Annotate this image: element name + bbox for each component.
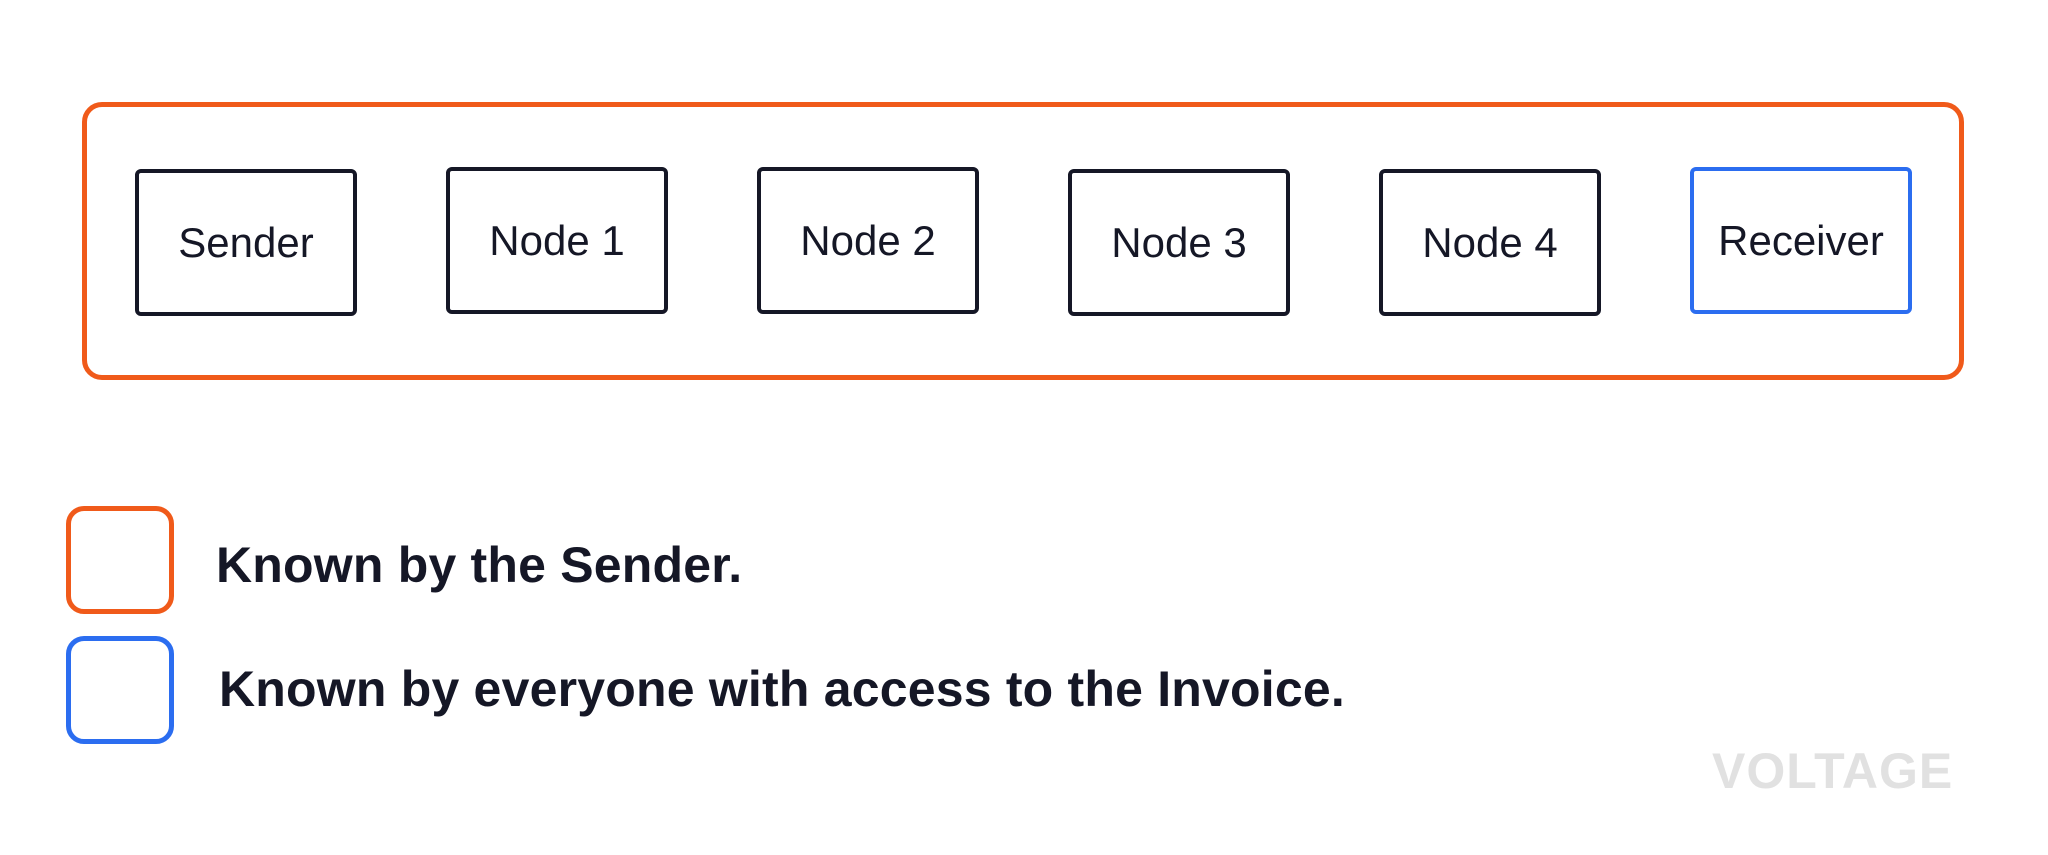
node-sender-label: Sender [178, 218, 314, 266]
node-receiver: Receiver [1690, 167, 1912, 314]
node-2: Node 2 [757, 167, 979, 314]
node-3-label: Node 3 [1111, 218, 1247, 266]
legend-invoice-label: Known by everyone with access to the Inv… [219, 661, 1345, 717]
node-3: Node 3 [1068, 169, 1290, 316]
legend-sender-swatch [66, 506, 174, 614]
voltage-logo: VOLTAGE [1712, 743, 1954, 799]
sender-known-frame [82, 102, 1964, 380]
node-receiver-label: Receiver [1718, 216, 1884, 264]
node-1-label: Node 1 [489, 216, 625, 264]
node-sender: Sender [135, 169, 357, 316]
node-4: Node 4 [1379, 169, 1601, 316]
node-4-label: Node 4 [1422, 218, 1558, 266]
legend-sender-label: Known by the Sender. [216, 537, 743, 593]
legend-invoice-swatch [66, 636, 174, 744]
node-2-label: Node 2 [800, 216, 936, 264]
node-1: Node 1 [446, 167, 668, 314]
